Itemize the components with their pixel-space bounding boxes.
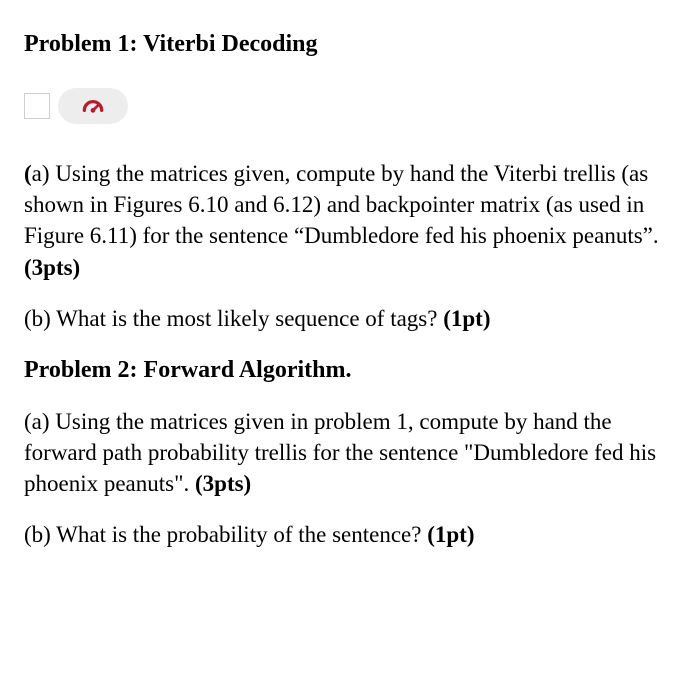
problem-2-title: Problem 2: Forward Algorithm. xyxy=(24,354,670,386)
problem-2-a-points: (3pts) xyxy=(195,471,251,496)
problem-1-b: (b) What is the most likely sequence of … xyxy=(24,303,670,334)
problem-1-a-points: (3pts) xyxy=(24,255,80,280)
problem-2-a-text: (a) Using the matrices given in problem … xyxy=(24,409,656,496)
problem-2-b-points: (1pt) xyxy=(427,522,474,547)
controls-row xyxy=(24,88,670,124)
gauge-pill[interactable] xyxy=(58,88,128,124)
problem-2-a: (a) Using the matrices given in problem … xyxy=(24,406,670,499)
letter-a: a xyxy=(32,161,42,186)
close-paren: ) xyxy=(42,161,55,186)
problem-1-a-text: Using the matrices given, compute by han… xyxy=(24,161,659,248)
checkbox[interactable] xyxy=(24,93,50,119)
problem-1-title: Problem 1: Viterbi Decoding xyxy=(24,28,670,60)
problem-2-b-text: (b) What is the probability of the sente… xyxy=(24,522,427,547)
problem-1-b-points: (1pt) xyxy=(443,306,490,331)
gauge-icon xyxy=(79,92,107,120)
problem-2-b: (b) What is the probability of the sente… xyxy=(24,519,670,550)
problem-1-b-text: (b) What is the most likely sequence of … xyxy=(24,306,443,331)
problem-1-a: (a) Using the matrices given, compute by… xyxy=(24,158,670,282)
open-paren: ( xyxy=(24,161,32,186)
